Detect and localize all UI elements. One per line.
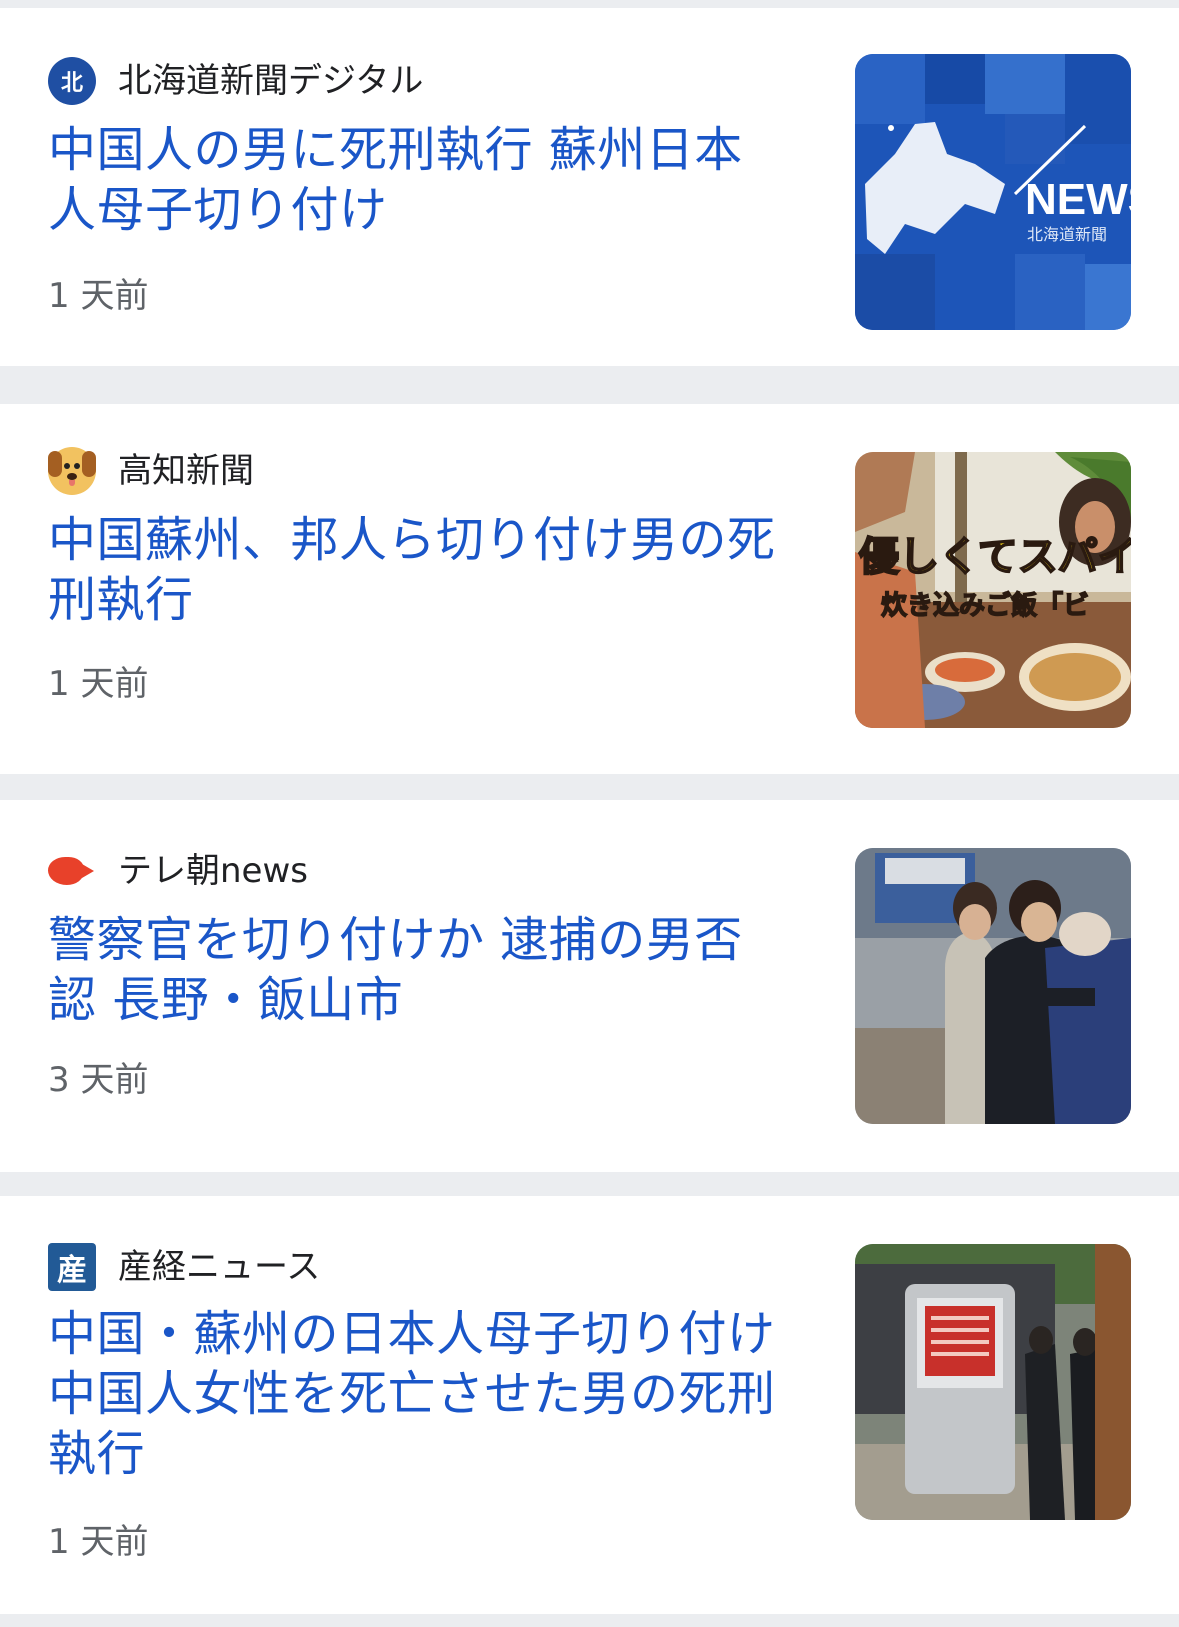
thumbnail-image xyxy=(855,848,1131,1124)
thumbnail-image: 優しくてスパイ 炊き込みご飯「ビ xyxy=(855,452,1131,728)
timestamp: 1 天前 xyxy=(48,664,149,704)
thumb-sub-text: 炊き込みご飯「ビ xyxy=(881,590,1089,621)
news-card[interactable]: テレ朝news 警察官を切り付けか 逮捕の男否認 長野・飯山市 3 天前 xyxy=(0,800,1179,1172)
source-name[interactable]: 高知新聞 xyxy=(118,446,254,496)
timestamp: 1 天前 xyxy=(48,276,149,316)
source-name[interactable]: テレ朝news xyxy=(118,846,308,896)
thumb-sub-text: 北海道新聞 xyxy=(1027,225,1107,244)
kochi-shimbun-dog-logo-icon xyxy=(48,447,96,495)
thumbnail-image: NEWS 北海道新聞 xyxy=(855,54,1131,330)
tv-asahi-logo-icon xyxy=(48,847,96,895)
news-card[interactable]: 産 産経ニュース 中国・蘇州の日本人母子切り付け 中国人女性を死亡させた男の死刑… xyxy=(0,1196,1179,1614)
news-feed: 北 北海道新聞デジタル 中国人の男に死刑執行 蘇州日本人母子切り付け 1 天前 … xyxy=(0,0,1179,1627)
news-card[interactable]: 北 北海道新聞デジタル 中国人の男に死刑執行 蘇州日本人母子切り付け 1 天前 … xyxy=(0,8,1179,366)
logo-text: 産 xyxy=(57,1253,87,1288)
thumb-caption-text: 優しくてスパイ xyxy=(858,534,1131,580)
article-thumbnail[interactable]: 優しくてスパイ 炊き込みご飯「ビ xyxy=(855,452,1131,728)
article-thumbnail[interactable]: NEWS 北海道新聞 xyxy=(855,54,1131,330)
headline-link[interactable]: 中国蘇州、邦人ら切り付け男の死刑執行 xyxy=(48,510,788,630)
hokkaido-shimbun-logo-icon: 北 xyxy=(48,57,96,105)
thumb-news-text: NEWS xyxy=(1025,175,1131,224)
source-row: 高知新聞 xyxy=(48,446,254,496)
headline-link[interactable]: 中国人の男に死刑執行 蘇州日本人母子切り付け xyxy=(48,120,788,240)
article-thumbnail[interactable] xyxy=(855,1244,1131,1520)
sankei-logo-icon: 産 xyxy=(48,1243,96,1291)
thumbnail-image xyxy=(855,1244,1131,1520)
source-row: 産 産経ニュース xyxy=(48,1242,320,1292)
article-thumbnail[interactable] xyxy=(855,848,1131,1124)
headline-link[interactable]: 警察官を切り付けか 逮捕の男否認 長野・飯山市 xyxy=(48,910,788,1030)
source-name[interactable]: 産経ニュース xyxy=(118,1242,320,1292)
source-name[interactable]: 北海道新聞デジタル xyxy=(118,56,423,106)
headline-link[interactable]: 中国・蘇州の日本人母子切り付け 中国人女性を死亡させた男の死刑執行 xyxy=(48,1304,788,1484)
timestamp: 3 天前 xyxy=(48,1060,149,1100)
logo-text: 北 xyxy=(60,71,83,96)
source-row: 北 北海道新聞デジタル xyxy=(48,56,423,106)
timestamp: 1 天前 xyxy=(48,1522,149,1562)
source-row: テレ朝news xyxy=(48,846,308,896)
news-card[interactable]: 高知新聞 中国蘇州、邦人ら切り付け男の死刑執行 1 天前 優しくてスパイ 炊き込… xyxy=(0,404,1179,774)
